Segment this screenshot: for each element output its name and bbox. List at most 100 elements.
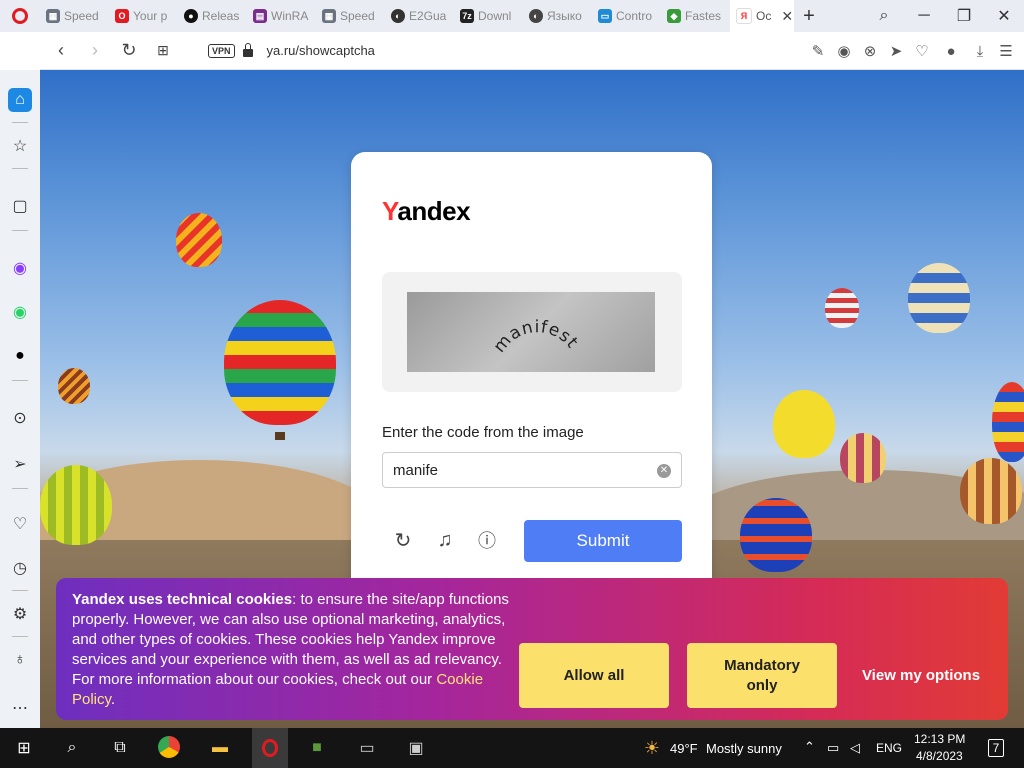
clock-time[interactable]: 12:13 PM	[914, 732, 965, 746]
sidebar: ⌂ ☆ ▢ ◉ ◉ ● ⊙ ➢ ♡ ◷ ⚙ ♁ ⋯	[0, 70, 40, 728]
tab-7[interactable]: 7z Downl	[454, 0, 523, 32]
send-icon[interactable]: ➤	[888, 42, 904, 60]
tab-1[interactable]: ▦ Speed	[40, 0, 109, 32]
windows-start-icon[interactable]: ⊞	[12, 736, 36, 760]
weather-icon[interactable]: ☀	[640, 736, 664, 760]
vpn-badge[interactable]: VPN	[208, 43, 235, 58]
player-icon[interactable]: ⊙	[8, 406, 32, 430]
minecraft-icon[interactable]: ■	[305, 736, 329, 760]
address-bar: ‹ › ↻ ⊞ VPN ya.ru/showcaptcha ✎ ◉ ⊗ ➤ ♡ …	[40, 32, 1024, 70]
more-icon[interactable]: ⋯	[8, 696, 32, 720]
tiktok-icon[interactable]: ●	[8, 344, 32, 368]
file-explorer-icon[interactable]: ▬	[208, 736, 232, 760]
heart-icon[interactable]: ♡	[914, 42, 930, 60]
volume-icon[interactable]: ◁	[850, 740, 860, 756]
monitor-icon: ▭	[598, 9, 612, 23]
task-view-icon[interactable]: ⧉	[108, 736, 132, 760]
shopping-bag-icon[interactable]: ▢	[8, 194, 32, 218]
profile-icon[interactable]: ●	[940, 43, 962, 60]
url-field[interactable]: ya.ru/showcaptcha	[267, 43, 375, 58]
github-icon: ●	[184, 9, 198, 23]
close-window-button[interactable]: ✕	[984, 0, 1024, 32]
sidebar-divider	[12, 488, 28, 489]
opera-icon: O	[115, 9, 129, 23]
refresh-icon[interactable]: ↻	[391, 528, 415, 552]
captcha-text: manifest wide	[407, 292, 586, 358]
tab-label: Языко	[547, 9, 582, 23]
network-icon[interactable]: ▭	[827, 740, 839, 756]
heart-icon[interactable]: ♡	[8, 512, 32, 536]
tab-6[interactable]: ◐ E2Gua	[385, 0, 454, 32]
sidebar-divider	[12, 590, 28, 591]
clear-input-icon[interactable]: ✕	[657, 464, 671, 478]
lock-icon[interactable]	[242, 42, 253, 57]
app-icon[interactable]: ▣	[404, 736, 428, 760]
language-indicator[interactable]: ENG	[876, 741, 902, 755]
headphones-icon[interactable]: ♫	[433, 528, 457, 552]
history-icon[interactable]: ◷	[8, 556, 32, 580]
allow-all-button[interactable]: Allow all	[519, 643, 669, 708]
mandatory-only-button[interactable]: Mandatory only	[687, 643, 837, 708]
camera-icon[interactable]: ◉	[836, 42, 852, 60]
opera-menu-button[interactable]	[0, 0, 40, 32]
globe-icon: ◐	[529, 9, 543, 23]
tab-3[interactable]: ● Releas	[178, 0, 247, 32]
reload-button[interactable]: ↻	[112, 32, 146, 70]
edit-icon[interactable]: ✎	[810, 42, 826, 60]
messenger-icon[interactable]: ◉	[8, 256, 32, 280]
chevron-up-icon[interactable]: ⌃	[804, 739, 815, 755]
address-bar-actions: ✎ ◉ ⊗ ➤ ♡ ● ⤓ ☰	[810, 32, 1014, 70]
terminal-icon[interactable]: ▭	[355, 736, 379, 760]
search-icon[interactable]: ⌕	[60, 736, 84, 760]
hot-air-balloon	[840, 433, 886, 483]
bluestacks-icon: ◆	[667, 9, 681, 23]
close-tab-icon[interactable]: ✕	[781, 8, 793, 25]
tab-10[interactable]: ◆ Fastes	[661, 0, 730, 32]
temperature[interactable]: 49°F	[670, 741, 698, 756]
star-icon[interactable]: ☆	[8, 134, 32, 158]
home-icon[interactable]: ⌂	[8, 88, 32, 112]
captcha-input[interactable]: manife	[382, 452, 682, 488]
notifications-icon[interactable]: 7	[984, 736, 1008, 760]
lightbulb-icon[interactable]: ♁	[8, 648, 32, 672]
opera-taskbar-icon[interactable]	[252, 728, 288, 768]
logo-letter: Y	[382, 196, 398, 226]
whatsapp-icon[interactable]: ◉	[8, 300, 32, 324]
svg-text:manifest wide: manifest wide	[407, 292, 587, 358]
tab-5[interactable]: ▦ Speed	[316, 0, 385, 32]
hot-air-balloon	[908, 263, 970, 333]
back-button[interactable]: ‹	[44, 32, 78, 70]
new-tab-button[interactable]: +	[794, 5, 824, 28]
minimize-button[interactable]: ─	[904, 0, 944, 32]
settings-icon[interactable]: ⚙	[8, 602, 32, 626]
windows-taskbar: ⊞ ⌕ ⧉ ▬ ■ ▭ ▣ ☀ 49°F Mostly sunny ⌃ ▭ ◁ …	[0, 728, 1024, 768]
sidebar-divider	[12, 230, 28, 231]
notification-count: 7	[987, 739, 1005, 757]
chrome-icon[interactable]	[158, 736, 180, 758]
submit-button[interactable]: Submit	[524, 520, 682, 562]
maximize-button[interactable]: ❐	[944, 0, 984, 32]
download-icon[interactable]: ⤓	[972, 43, 988, 60]
balloon-basket	[275, 432, 285, 440]
clock-date[interactable]: 4/8/2023	[916, 749, 963, 763]
captcha-image-container: manifest wide	[382, 272, 682, 392]
tab-9[interactable]: ▭ Contro	[592, 0, 661, 32]
view-options-button[interactable]: View my options	[856, 643, 986, 708]
tab-8[interactable]: ◐ Языко	[523, 0, 592, 32]
info-icon[interactable]: ⓘ	[475, 528, 499, 552]
send-icon[interactable]: ➢	[8, 452, 32, 476]
opera-logo-icon	[262, 739, 278, 757]
globe-icon: ◐	[391, 9, 405, 23]
forward-button[interactable]: ›	[78, 32, 112, 70]
adblock-icon[interactable]: ⊗	[862, 42, 878, 60]
hot-air-balloon	[992, 382, 1024, 462]
tabs-grid-button[interactable]: ⊞	[146, 32, 180, 70]
yandex-icon: Я	[736, 8, 752, 24]
tab-active[interactable]: Я Ос ✕	[730, 0, 794, 32]
tab-2[interactable]: O Your p	[109, 0, 178, 32]
weather-status[interactable]: Mostly sunny	[706, 741, 782, 756]
tab-4[interactable]: ▤ WinRA	[247, 0, 316, 32]
easy-setup-icon[interactable]: ☰	[998, 42, 1014, 60]
search-tabs-icon[interactable]: ⌕	[864, 0, 904, 32]
tab-label: E2Gua	[409, 9, 447, 23]
